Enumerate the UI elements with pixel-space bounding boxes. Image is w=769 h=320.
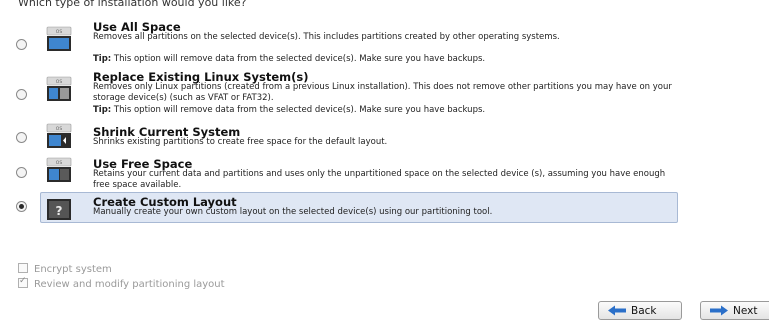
- disk-custom-question-icon: ?: [47, 199, 71, 220]
- review-layout-label: Review and modify partitioning layout: [34, 279, 225, 290]
- option-description: Shrinks existing partitions to create fr…: [93, 137, 388, 147]
- svg-text:OS: OS: [56, 126, 63, 132]
- tip-label: Tip:: [93, 54, 112, 64]
- radio-use-free-space[interactable]: [16, 167, 27, 178]
- encrypt-system-checkbox[interactable]: Encrypt system: [18, 263, 112, 275]
- svg-text:?: ?: [56, 204, 63, 218]
- encrypt-system-label: Encrypt system: [34, 264, 112, 275]
- option-description: Retains your current data and partitions…: [93, 169, 666, 190]
- option-description: Manually create your own custom layout o…: [93, 207, 493, 217]
- disk-shrink-icon: OS: [46, 123, 72, 148]
- option-tip: Tip: This option will remove data from t…: [93, 105, 485, 115]
- next-arrow-icon: [710, 305, 728, 316]
- option-description: Removes only Linux partitions (created f…: [93, 82, 672, 103]
- encrypt-system-box[interactable]: [18, 263, 28, 273]
- disk-free-space-icon: OS: [46, 157, 72, 182]
- tip-label: Tip:: [93, 105, 112, 115]
- next-button-label: Next: [733, 304, 758, 317]
- review-layout-checkbox[interactable]: Review and modify partitioning layout: [18, 276, 225, 290]
- tip-text: This option will remove data from the se…: [111, 105, 486, 115]
- radio-create-custom-layout[interactable]: [16, 201, 27, 212]
- radio-replace-linux[interactable]: [16, 89, 27, 100]
- back-button[interactable]: Back: [598, 301, 682, 320]
- option-description: Removes all partitions on the selected d…: [93, 32, 560, 42]
- installation-type-question: Which type of installation would you lik…: [18, 0, 247, 9]
- next-button[interactable]: Next: [700, 301, 769, 320]
- back-button-label: Back: [631, 304, 657, 317]
- disk-replace-linux-icon: OS: [46, 76, 72, 101]
- svg-text:OS: OS: [56, 29, 63, 35]
- radio-shrink-current-system[interactable]: [16, 132, 27, 143]
- review-layout-box[interactable]: [18, 276, 28, 288]
- radio-use-all-space[interactable]: [16, 39, 27, 50]
- option-tip: Tip: This option will remove data from t…: [93, 54, 485, 64]
- tip-text: This option will remove data from the se…: [111, 54, 486, 64]
- svg-text:OS: OS: [56, 160, 63, 166]
- disk-use-all-icon: OS: [46, 26, 72, 51]
- back-arrow-icon: [608, 305, 626, 316]
- svg-text:OS: OS: [56, 79, 63, 85]
